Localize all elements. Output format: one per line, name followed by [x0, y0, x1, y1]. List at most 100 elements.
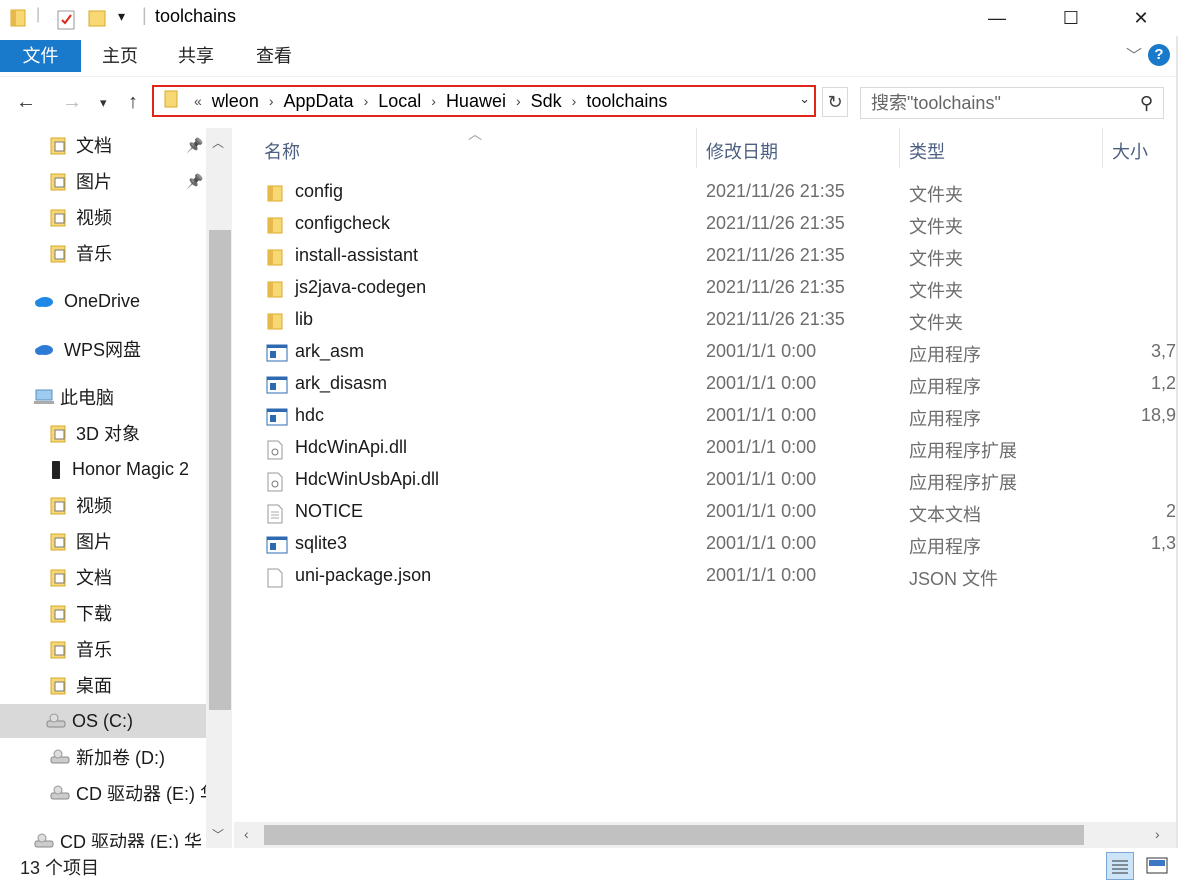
table-row[interactable]: uni-package.json 2001/1/1 0:00 JSON 文件	[260, 561, 1176, 593]
sidebar-item-1[interactable]: 图片 📌	[50, 164, 203, 198]
breadcrumb-appdata[interactable]: AppData	[280, 91, 358, 112]
breadcrumb-wleon[interactable]: wleon	[208, 91, 263, 112]
chevron-right-icon[interactable]: ›	[510, 93, 527, 109]
customize-toolbar-icon[interactable]: ▾	[118, 8, 125, 25]
scroll-up-icon[interactable]: ︿	[212, 134, 224, 151]
file-type: 应用程序	[909, 377, 981, 397]
table-row[interactable]: ark_disasm 2001/1/1 0:00 应用程序 1,2	[260, 369, 1176, 401]
sidebar-item-11[interactable]: 文档	[50, 560, 112, 594]
close-button[interactable]: ✕	[1118, 0, 1164, 36]
chevron-down-icon[interactable]: ⌄	[799, 91, 810, 107]
table-row[interactable]: HdcWinApi.dll 2001/1/1 0:00 应用程序扩展	[260, 433, 1176, 465]
column-divider[interactable]	[1102, 128, 1103, 168]
details-view-button[interactable]	[1106, 852, 1134, 880]
scroll-left-icon[interactable]: ‹	[244, 826, 249, 842]
breadcrumb-toolchains[interactable]: toolchains	[582, 91, 671, 112]
expand-ribbon-icon[interactable]: ﹀	[1126, 42, 1142, 66]
tab-view[interactable]: 查看	[244, 40, 304, 72]
column-header-type[interactable]: 类型	[909, 138, 945, 164]
table-row[interactable]: sqlite3 2001/1/1 0:00 应用程序 1,3	[260, 529, 1176, 561]
sidebar-item-9[interactable]: 视频	[50, 488, 112, 522]
chevron-right-icon[interactable]: ›	[263, 93, 280, 109]
sidebar-item-10[interactable]: 图片	[50, 524, 112, 558]
file-type: 应用程序	[909, 409, 981, 429]
sidebar-item-6[interactable]: 此电脑	[34, 380, 114, 414]
breadcrumb-local[interactable]: Local	[374, 91, 425, 112]
sidebar-item-label: 文档	[76, 568, 112, 588]
sidebar-item-4[interactable]: OneDrive	[34, 284, 140, 318]
table-row[interactable]: config 2021/11/26 21:35 文件夹	[260, 177, 1176, 209]
sidebar-item-label: OneDrive	[64, 290, 141, 311]
sidebar-item-14[interactable]: 桌面	[50, 668, 112, 702]
horizontal-scrollbar-thumb[interactable]	[264, 825, 1084, 845]
table-row[interactable]: HdcWinUsbApi.dll 2001/1/1 0:00 应用程序扩展	[260, 465, 1176, 497]
column-header-name[interactable]: 名称	[264, 138, 300, 164]
properties-icon[interactable]	[56, 8, 76, 35]
folder-icon	[266, 248, 286, 266]
sidebar-item-2[interactable]: 视频	[50, 200, 112, 234]
tab-share[interactable]: 共享	[166, 40, 226, 72]
file-type: 应用程序	[909, 537, 981, 557]
chevron-right-icon[interactable]: ›	[566, 93, 583, 109]
scroll-down-icon[interactable]: ﹀	[212, 826, 224, 843]
scroll-right-icon[interactable]: ›	[1155, 826, 1160, 842]
file-type: 文件夹	[909, 281, 963, 301]
breadcrumb-huawei[interactable]: Huawei	[442, 91, 510, 112]
sidebar-item-8[interactable]: Honor Magic 2	[50, 452, 189, 486]
table-row[interactable]: hdc 2001/1/1 0:00 应用程序 18,9	[260, 401, 1176, 433]
table-row[interactable]: configcheck 2021/11/26 21:35 文件夹	[260, 209, 1176, 241]
address-bar[interactable]: « wleon › AppData › Local › Huawei › Sdk…	[152, 85, 816, 117]
search-icon[interactable]: ⚲	[1140, 88, 1153, 118]
tab-home[interactable]: 主页	[90, 40, 150, 72]
forward-button[interactable]: →	[62, 91, 82, 114]
minimize-button[interactable]: —	[974, 0, 1020, 36]
file-size: 1,2	[1150, 373, 1176, 393]
sidebar-item-15[interactable]: OS (C:)	[0, 704, 206, 738]
search-input[interactable]: 搜索"toolchains" ⚲	[860, 87, 1164, 119]
new-folder-icon[interactable]	[88, 8, 106, 33]
music-icon	[50, 244, 68, 263]
column-divider[interactable]	[696, 128, 697, 168]
sidebar-item-label: 音乐	[76, 244, 112, 264]
table-row[interactable]: ark_asm 2001/1/1 0:00 应用程序 3,7	[260, 337, 1176, 369]
overflow-chevron[interactable]: «	[188, 93, 208, 109]
exe-icon	[266, 344, 288, 362]
column-divider[interactable]	[899, 128, 900, 168]
chevron-right-icon[interactable]: ›	[358, 93, 375, 109]
nav-scrollbar-thumb[interactable]	[209, 230, 231, 710]
sidebar-item-17[interactable]: CD 驱动器 (E:) 华	[50, 776, 218, 810]
folder-icon	[164, 90, 178, 113]
pin-icon[interactable]: 📌	[186, 173, 203, 190]
tab-file[interactable]: 文件	[0, 40, 81, 72]
pin-icon[interactable]: 📌	[186, 137, 203, 154]
table-row[interactable]: NOTICE 2001/1/1 0:00 文本文档 2	[260, 497, 1176, 529]
up-button[interactable]: ↑	[128, 91, 138, 114]
maximize-button[interactable]: ☐	[1048, 0, 1094, 36]
table-row[interactable]: js2java-codegen 2021/11/26 21:35 文件夹	[260, 273, 1176, 305]
sidebar-item-16[interactable]: 新加卷 (D:)	[50, 740, 165, 774]
large-icons-view-button[interactable]	[1144, 854, 1170, 878]
sidebar-item-18[interactable]: CD 驱动器 (E:) 华	[34, 824, 202, 848]
recent-locations-icon[interactable]: ▾	[100, 95, 107, 111]
back-button[interactable]: ←	[16, 91, 36, 114]
table-row[interactable]: lib 2021/11/26 21:35 文件夹	[260, 305, 1176, 337]
sidebar-item-12[interactable]: 下载	[50, 596, 112, 630]
navigation-bar: ← → ▾ ↑ « wleon › AppData › Local › Huaw…	[0, 76, 1178, 128]
sidebar-item-13[interactable]: 音乐	[50, 632, 112, 666]
file-date: 2001/1/1 0:00	[706, 565, 817, 585]
file-type: 文件夹	[909, 217, 963, 237]
chevron-right-icon[interactable]: ›	[425, 93, 442, 109]
sidebar-item-0[interactable]: 文档 📌	[50, 128, 203, 162]
column-header-size[interactable]: 大小	[1112, 138, 1148, 164]
sidebar-item-7[interactable]: 3D 对象	[50, 416, 140, 450]
documents-icon	[50, 568, 68, 587]
breadcrumb-sdk[interactable]: Sdk	[527, 91, 566, 112]
file-date: 2021/11/26 21:35	[706, 245, 845, 265]
refresh-button[interactable]: ↻	[822, 87, 848, 117]
help-button[interactable]: ?	[1148, 44, 1170, 66]
file-list: ︿ 名称 修改日期 类型 大小 config 2021/11/26 21:35 文件…	[234, 126, 1178, 822]
column-header-date[interactable]: 修改日期	[706, 138, 778, 164]
table-row[interactable]: install-assistant 2021/11/26 21:35 文件夹	[260, 241, 1176, 273]
sidebar-item-3[interactable]: 音乐	[50, 236, 112, 270]
sidebar-item-5[interactable]: WPS网盘	[34, 332, 141, 366]
